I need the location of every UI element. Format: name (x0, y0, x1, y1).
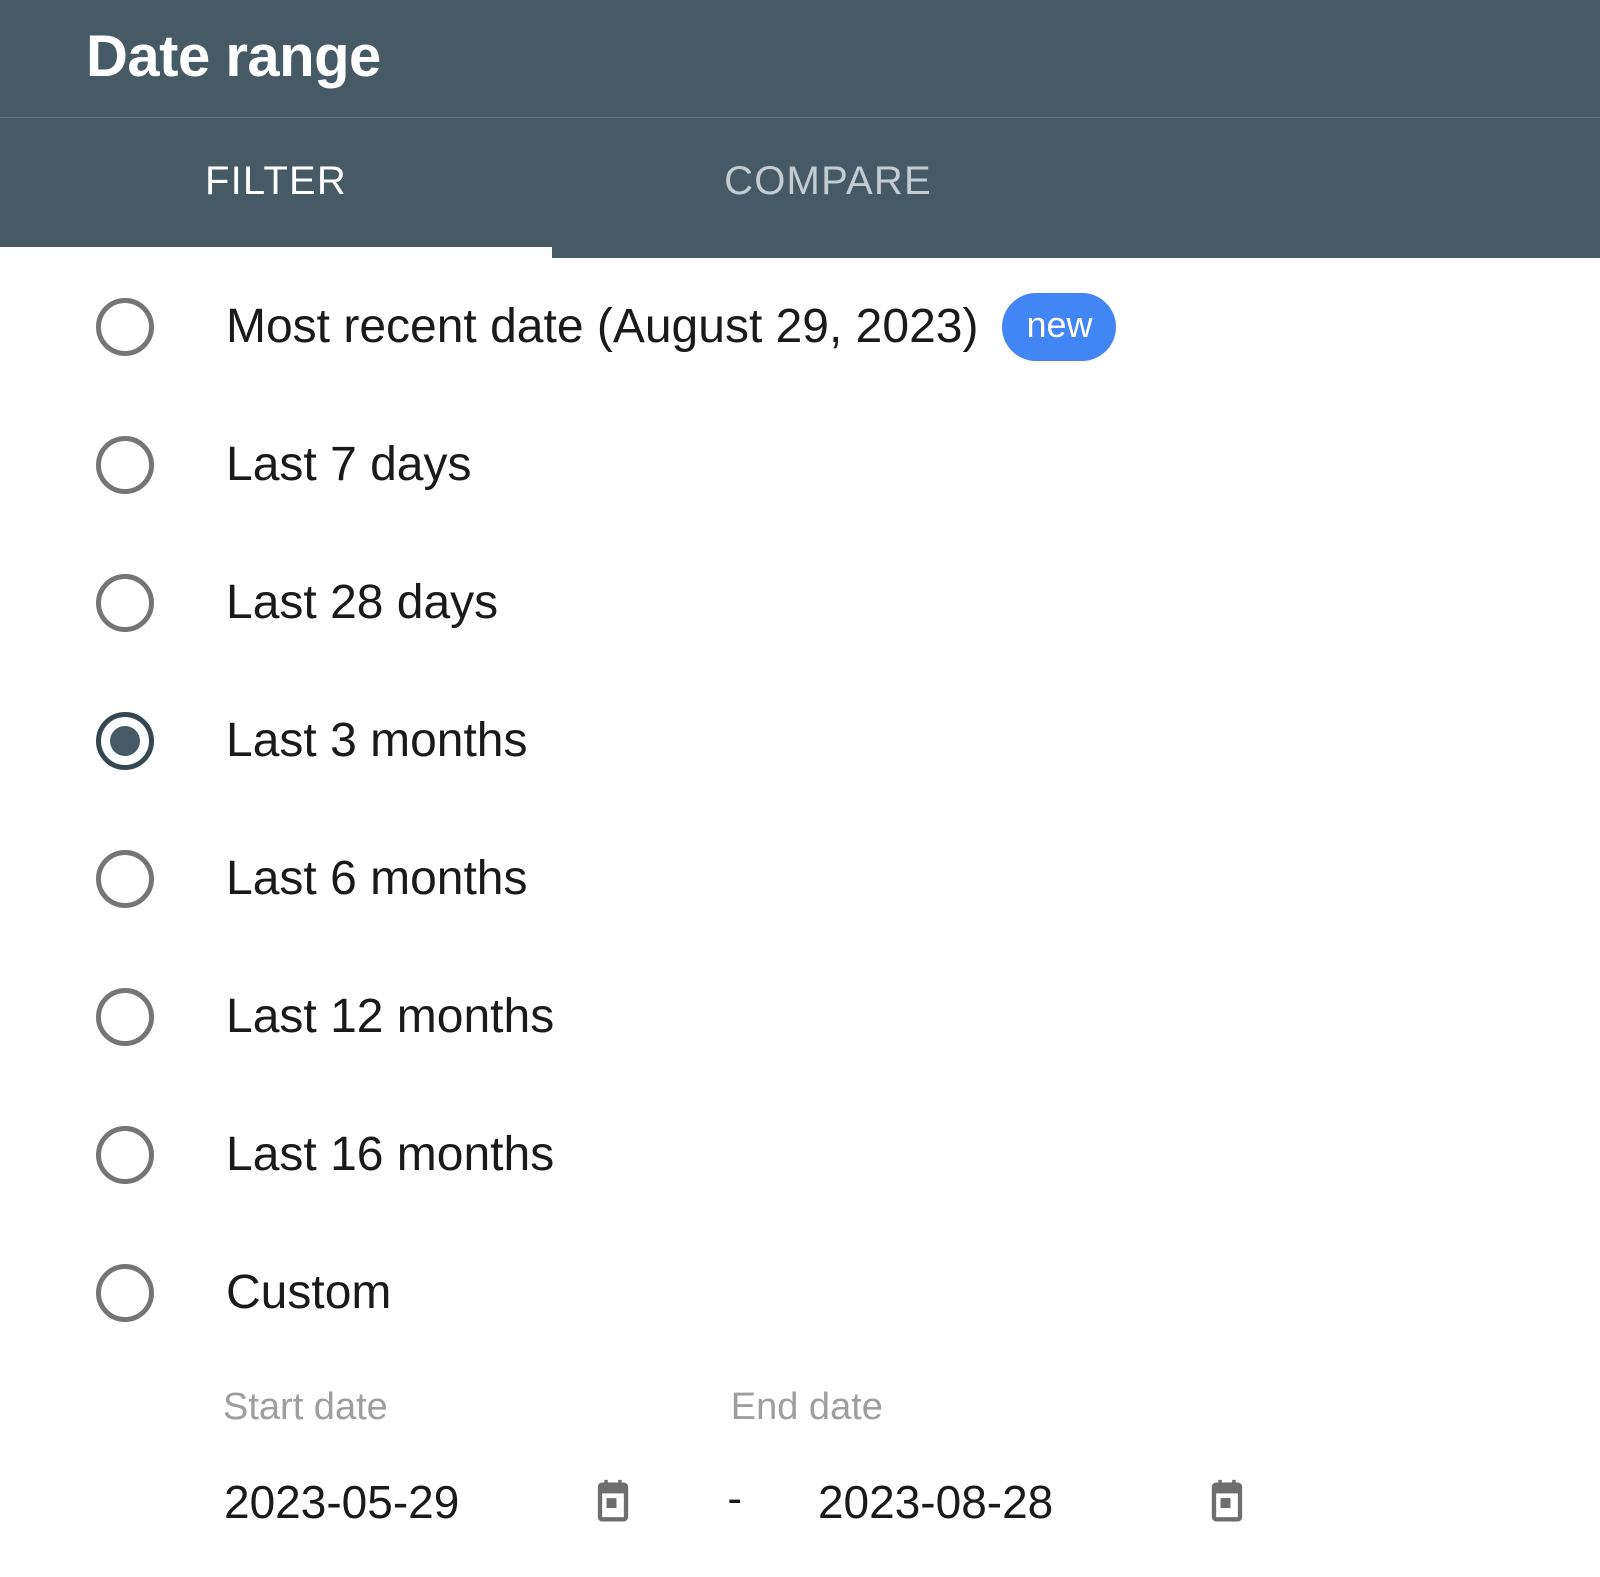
radio-icon[interactable] (96, 850, 154, 908)
option-last-7-days[interactable]: Last 7 days (0, 396, 1600, 534)
start-date-label: Start date (223, 1386, 388, 1428)
option-label: Custom (226, 1266, 392, 1319)
end-date-calendar-icon[interactable] (1201, 1476, 1253, 1528)
option-last-16-months[interactable]: Last 16 months (0, 1086, 1600, 1224)
radio-icon[interactable] (96, 436, 154, 494)
radio-icon[interactable] (96, 1264, 154, 1322)
option-label: Last 16 months (226, 1128, 555, 1181)
option-label: Last 3 months (226, 714, 528, 767)
tab-compare[interactable]: COMPARE (552, 118, 1104, 258)
date-range-option-list: Most recent date (August 29, 2023) new L… (0, 258, 1600, 1362)
date-field-labels: Start date End date (0, 1364, 1600, 1426)
option-last-28-days[interactable]: Last 28 days (0, 534, 1600, 672)
option-most-recent-date[interactable]: Most recent date (August 29, 2023) new (0, 258, 1600, 396)
tab-filter[interactable]: FILTER (0, 118, 552, 258)
option-label: Last 28 days (226, 576, 499, 629)
option-custom[interactable]: Custom (0, 1224, 1600, 1362)
range-separator: - (727, 1474, 742, 1523)
date-field-values: 2023-05-29 - 2023-08-28 (0, 1450, 1600, 1554)
option-last-12-months[interactable]: Last 12 months (0, 948, 1600, 1086)
option-label: Last 12 months (226, 990, 555, 1043)
tab-filter-label: FILTER (204, 159, 348, 203)
tab-bar: FILTER COMPARE (0, 118, 1600, 258)
start-date-calendar-icon[interactable] (587, 1476, 639, 1528)
radio-icon[interactable] (96, 574, 154, 632)
panel-header: Date range (0, 0, 1600, 118)
radio-icon-selected[interactable] (96, 712, 154, 770)
radio-icon[interactable] (96, 1126, 154, 1184)
start-date-input[interactable]: 2023-05-29 (224, 1479, 459, 1525)
option-label: Most recent date (August 29, 2023) (226, 300, 979, 353)
radio-icon[interactable] (96, 988, 154, 1046)
tab-compare-label: COMPARE (724, 159, 932, 203)
custom-date-fields: Start date End date 2023-05-29 - 2023-08… (0, 1364, 1600, 1554)
end-date-input[interactable]: 2023-08-28 (818, 1479, 1053, 1525)
option-label: Last 7 days (226, 438, 472, 491)
end-date-label: End date (730, 1386, 883, 1428)
tab-active-indicator (0, 247, 552, 258)
radio-icon[interactable] (96, 298, 154, 356)
page-title: Date range (86, 24, 381, 89)
option-last-6-months[interactable]: Last 6 months (0, 810, 1600, 948)
option-last-3-months[interactable]: Last 3 months (0, 672, 1600, 810)
option-label: Last 6 months (226, 852, 528, 905)
new-badge: new (1002, 293, 1117, 361)
